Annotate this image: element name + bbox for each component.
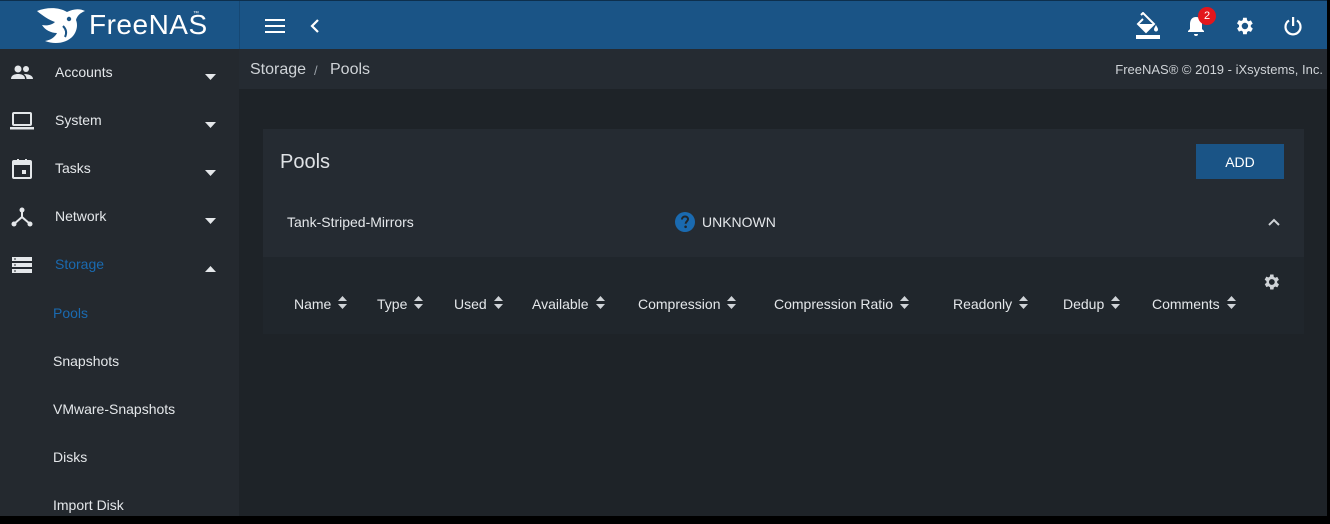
add-pool-button[interactable]: ADD [1196, 144, 1284, 179]
column-header-label: Dedup [1063, 296, 1105, 312]
calendar-icon [10, 157, 34, 181]
sidebar-item-label: Tasks [55, 160, 91, 176]
pool-row[interactable]: Tank-Striped-Mirrors UNKNOWN [263, 191, 1304, 255]
chevron-up-icon[interactable] [1268, 213, 1280, 231]
card-title: Pools [280, 151, 331, 173]
sort-icon [1019, 296, 1029, 312]
column-header-type[interactable]: Type [377, 296, 424, 312]
logo-area[interactable]: FreeNAS ™ [0, 1, 240, 50]
column-header-label: Type [377, 296, 408, 312]
sidebar-item-label: Storage [55, 256, 105, 272]
alerts-count-badge: 2 [1198, 7, 1216, 25]
breadcrumb-pools: Pools [330, 61, 371, 78]
sidebar: Accounts System Tasks Network Storage Po… [0, 49, 239, 516]
menu-icon[interactable] [264, 15, 286, 37]
caret-down-icon [205, 67, 216, 85]
sort-icon [900, 296, 910, 312]
breadcrumb-storage[interactable]: Storage [250, 61, 306, 79]
power-icon[interactable] [1281, 14, 1305, 38]
column-header-available[interactable]: Available [532, 296, 605, 312]
network-icon [10, 205, 34, 229]
column-header-label: Name [294, 296, 332, 312]
sidebar-item-label: System [55, 112, 102, 128]
copyright-text: FreeNAS® © 2019 - iXsystems, Inc. [1115, 62, 1323, 77]
sidebar-item-system[interactable]: System [0, 97, 239, 145]
column-header-label: Comments [1152, 296, 1220, 312]
column-header-used[interactable]: Used [454, 296, 503, 312]
sort-icon [1226, 296, 1236, 312]
pools-card: Pools ADD Tank-Striped-Mirrors UNKNOWN N… [263, 129, 1304, 334]
laptop-icon [10, 109, 34, 133]
sort-icon [727, 296, 737, 312]
sidebar-item-tasks[interactable]: Tasks [0, 145, 239, 193]
column-header-label: Compression Ratio [774, 296, 894, 312]
sidebar-subitem-vmware-snapshots[interactable]: VMware-Snapshots [0, 385, 239, 433]
sort-icon [414, 296, 424, 312]
column-header-label: Available [532, 296, 589, 312]
page-header: Storage / Pools FreeNAS® © 2019 - iXsyst… [239, 49, 1327, 89]
caret-down-icon [205, 115, 216, 133]
sidebar-item-storage[interactable]: Storage [0, 241, 239, 289]
sidebar-subitem-snapshots[interactable]: Snapshots [0, 337, 239, 385]
sidebar-subitem-label: Snapshots [53, 353, 120, 369]
gear-icon[interactable] [1232, 14, 1256, 38]
sidebar-subitem-label: Import Disk [53, 497, 124, 513]
sidebar-subitem-label: Pools [53, 305, 89, 321]
breadcrumb-separator: / [314, 63, 318, 78]
trademark-mark: ™ [193, 11, 199, 17]
sort-icon [595, 296, 605, 312]
column-header-comments[interactable]: Comments [1152, 296, 1236, 312]
pool-status: UNKNOWN [702, 214, 776, 230]
accounts-icon [10, 61, 34, 85]
column-header-label: Compression [638, 296, 721, 312]
top-bar: FreeNAS ™ 2 [0, 0, 1327, 50]
pool-name: Tank-Striped-Mirrors [287, 214, 414, 230]
sidebar-subitem-pools[interactable]: Pools [0, 289, 239, 337]
brand-name: FreeNAS [89, 9, 208, 40]
sidebar-subitem-import-disk[interactable]: Import Disk [0, 481, 239, 516]
paint-bucket-icon[interactable] [1135, 12, 1161, 40]
sidebar-subitem-label: VMware-Snapshots [53, 401, 176, 417]
caret-up-icon [205, 259, 216, 277]
column-header-readonly[interactable]: Readonly [953, 296, 1029, 312]
sort-icon [493, 296, 503, 312]
column-header-name[interactable]: Name [294, 296, 348, 312]
question-circle-icon [675, 212, 695, 237]
storage-icon [10, 253, 34, 277]
app-window: FreeNAS ™ 2 Accounts System Tasks Networ… [0, 0, 1327, 516]
caret-down-icon [205, 211, 216, 229]
sort-icon [338, 296, 348, 312]
freenas-shark-logo-icon [33, 5, 89, 50]
sidebar-item-network[interactable]: Network [0, 193, 239, 241]
column-header-compression-ratio[interactable]: Compression Ratio [774, 296, 910, 312]
pool-datasets-table: Name Type Used Available Compression Com… [263, 257, 1304, 334]
chevron-left-icon[interactable] [306, 15, 324, 37]
caret-down-icon [205, 163, 216, 181]
sidebar-item-label: Network [55, 208, 107, 224]
column-header-dedup[interactable]: Dedup [1063, 296, 1121, 312]
column-header-compression[interactable]: Compression [638, 296, 737, 312]
sidebar-item-label: Accounts [55, 64, 113, 80]
sidebar-item-accounts[interactable]: Accounts [0, 49, 239, 97]
sidebar-subitem-label: Disks [53, 449, 88, 465]
sidebar-subitem-disks[interactable]: Disks [0, 433, 239, 481]
table-settings-gear-icon[interactable] [1261, 272, 1281, 297]
column-header-label: Readonly [953, 296, 1013, 312]
column-header-label: Used [454, 296, 487, 312]
sort-icon [1111, 296, 1121, 312]
